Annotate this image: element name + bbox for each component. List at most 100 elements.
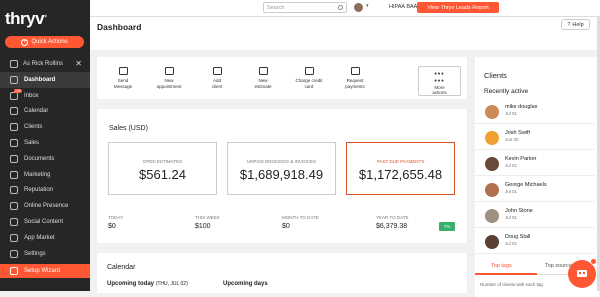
sidebar-item-marketing[interactable]: Marketing [0,167,90,183]
sidebar-item-online-presence[interactable]: Online Presence [0,198,90,214]
open-estimates-stat[interactable]: OPEN ESTIMATES $561.24 [108,142,217,195]
sidebar-item-social-content[interactable]: Social Content [0,214,90,230]
period-label: MONTH TO DATE [282,215,319,220]
sidebar-nav: Dashboard 10k Inbox Calendar Clients Sales Doc… [0,72,90,262]
sidebar: thryv® + Quick Actions As Rick Rollins ✕… [0,0,90,291]
quick-action-label: Add client [211,78,223,89]
avatar [485,183,499,197]
marketing-icon [10,170,18,179]
social-icon [10,218,18,227]
sidebar-item-dashboard[interactable]: Dashboard [0,72,90,88]
sales-icon [10,139,18,148]
sidebar-item-settings[interactable]: Settings [0,246,90,262]
sidebar-item-label: Online Presence [24,203,69,210]
inbox-icon [10,91,18,100]
credit-card-icon [304,67,314,75]
sidebar-item-label: Reputation [24,187,54,194]
quick-action-label: New estimate [254,78,272,89]
account-label[interactable]: HIPAA BAA [389,4,417,10]
chevron-down-icon[interactable]: ▾ [366,3,369,9]
quick-action-label: Charge credit card [295,78,323,89]
quick-action-new-appointment[interactable]: New appointment [149,67,189,89]
gear-icon [10,249,18,258]
help-button[interactable]: ? Help [561,19,590,30]
client-date: Jul 01 [505,111,518,116]
search-icon[interactable] [338,5,343,10]
documents-icon [10,154,18,163]
quick-action-label: Send Message [113,78,133,89]
sidebar-item-inbox[interactable]: 10k Inbox [0,88,90,104]
sidebar-item-label: Clients [24,124,43,131]
client-row[interactable]: Kevin Parker Jul 01 [475,152,595,176]
search-input[interactable]: Search [263,2,347,13]
add-user-icon [212,67,222,75]
client-row[interactable]: George Michaels Jul 01 [475,178,595,202]
leads-report-button[interactable]: View Thryv Leads Report [417,2,499,13]
sidebar-item-label: Social Content [24,219,64,226]
quick-action-send-message[interactable]: Send Message [103,67,143,89]
quick-action-request-payments[interactable]: Request payments [335,67,375,89]
acting-as-banner: As Rick Rollins ✕ [0,58,90,70]
message-icon [118,67,128,75]
notification-badge [590,258,597,265]
client-name: Kevin Parker [505,156,537,162]
quick-action-charge-credit-card[interactable]: Charge credit card [289,67,329,89]
trend-badge: 7% [439,222,455,231]
avatar [485,105,499,119]
quick-action-add-client[interactable]: Add client [197,67,237,89]
sidebar-item-calendar[interactable]: Calendar [0,104,90,120]
payments-icon [350,67,360,75]
sidebar-item-sales[interactable]: Sales [0,135,90,151]
close-icon[interactable]: ✕ [75,59,82,68]
sales-card: Sales (USD) OPEN ESTIMATES $561.24 UNPAI… [97,109,467,243]
client-name: Josh Swift [505,130,531,136]
client-date: Jul 01 [505,163,518,168]
client-name: Doug Stall [505,234,531,240]
user-icon [10,60,18,68]
client-date: Jul 01 [505,189,518,194]
reputation-icon [10,186,18,195]
sidebar-item-documents[interactable]: Documents [0,151,90,167]
unpaid-invoices-stat[interactable]: UNPAID BOOKINGS & INVOICES $1,689,918.49 [227,142,336,195]
calendar-icon [164,67,174,75]
client-date: Jul 01 [505,241,518,246]
quick-action-label: Request payments [345,78,365,89]
sidebar-item-app-market[interactable]: App Market [0,230,90,246]
avatar [485,131,499,145]
period-label: THIS WEEK [195,215,220,220]
sales-title: Sales (USD) [109,125,148,132]
chat-widget-button[interactable] [568,258,597,288]
clients-icon [10,123,18,132]
quick-actions-label: Quick Actions [31,39,68,45]
more-actions-button[interactable]: ••• ••• More actions [418,66,461,96]
client-row[interactable]: mike douglas Jul 01 [475,100,595,124]
globe-icon [10,202,18,211]
setup-wizard-button[interactable]: Setup Wizard [0,264,90,278]
acting-as-label: As Rick Rollins [23,61,64,67]
calendar-title: Calendar [107,264,136,271]
upcoming-days: Upcoming days [223,281,268,287]
client-row[interactable]: John Stone Jul 01 [475,204,595,228]
past-due-payments-stat[interactable]: PAST DUE PAYMENTS $1,172,655.48 [346,142,455,195]
sidebar-item-label: Calendar [24,108,49,115]
client-row[interactable]: Doug Stall Jul 01 [475,230,595,254]
avatar [485,157,499,171]
avatar[interactable] [354,3,363,12]
calendar-icon [10,107,18,116]
thryv-logo[interactable]: thryv® [5,9,47,29]
client-date: Jun 30 [505,137,519,142]
client-date: Jul 01 [505,215,518,220]
quick-actions-bar: ••• ••• More actions Send Message New appo… [97,57,467,99]
quick-action-new-estimate[interactable]: New estimate [243,67,283,89]
sidebar-item-clients[interactable]: Clients [0,119,90,135]
client-row[interactable]: Josh Swift Jun 30 [475,126,595,150]
help-icon: ? [567,21,571,28]
tab-top-tags[interactable]: Top tags [491,263,512,269]
period-value: $0 [108,223,116,230]
quick-action-label: New appointment [156,78,182,89]
sidebar-item-reputation[interactable]: Reputation [0,183,90,199]
dots-icon: ••• ••• [434,71,445,85]
quick-actions-button[interactable]: + Quick Actions [5,36,84,48]
tags-description: Number of clients with each tag [480,282,543,287]
chat-icon [577,270,587,277]
